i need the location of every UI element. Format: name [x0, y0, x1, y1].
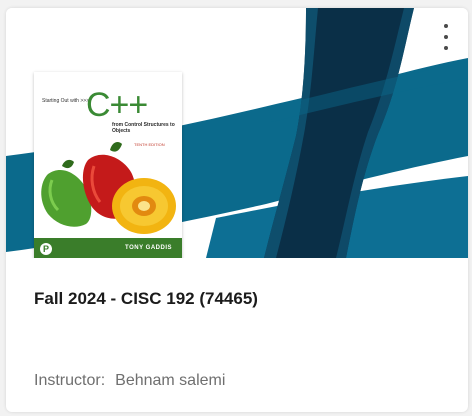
more-vert-icon[interactable] — [438, 24, 454, 50]
course-card[interactable]: Starting Out with >>> C++ from Control S… — [6, 8, 468, 412]
menu-dot — [444, 46, 448, 50]
instructor-name: Behnam salemi — [115, 372, 226, 389]
menu-dot — [444, 35, 448, 39]
book-main-title: C++ — [86, 86, 148, 124]
course-banner[interactable]: Starting Out with >>> C++ from Control S… — [6, 8, 468, 258]
instructor-label: Instructor: — [34, 372, 106, 389]
course-title[interactable]: Fall 2024 - CISC 192 (74465) — [34, 289, 258, 309]
peppers-illustration — [41, 142, 176, 234]
book-subtitle: from Control Structures to Objects — [112, 122, 175, 134]
publisher-logo: P — [40, 243, 52, 255]
textbook-cover: Starting Out with >>> C++ from Control S… — [34, 72, 182, 258]
instructor-info: Instructor: Behnam salemi — [34, 372, 225, 390]
book-author: TONY GADDIS — [125, 245, 172, 251]
menu-dot — [444, 24, 448, 28]
book-bottom-bar: P TONY GADDIS — [34, 238, 182, 258]
book-small-title: Starting Out with >>> — [42, 98, 90, 104]
